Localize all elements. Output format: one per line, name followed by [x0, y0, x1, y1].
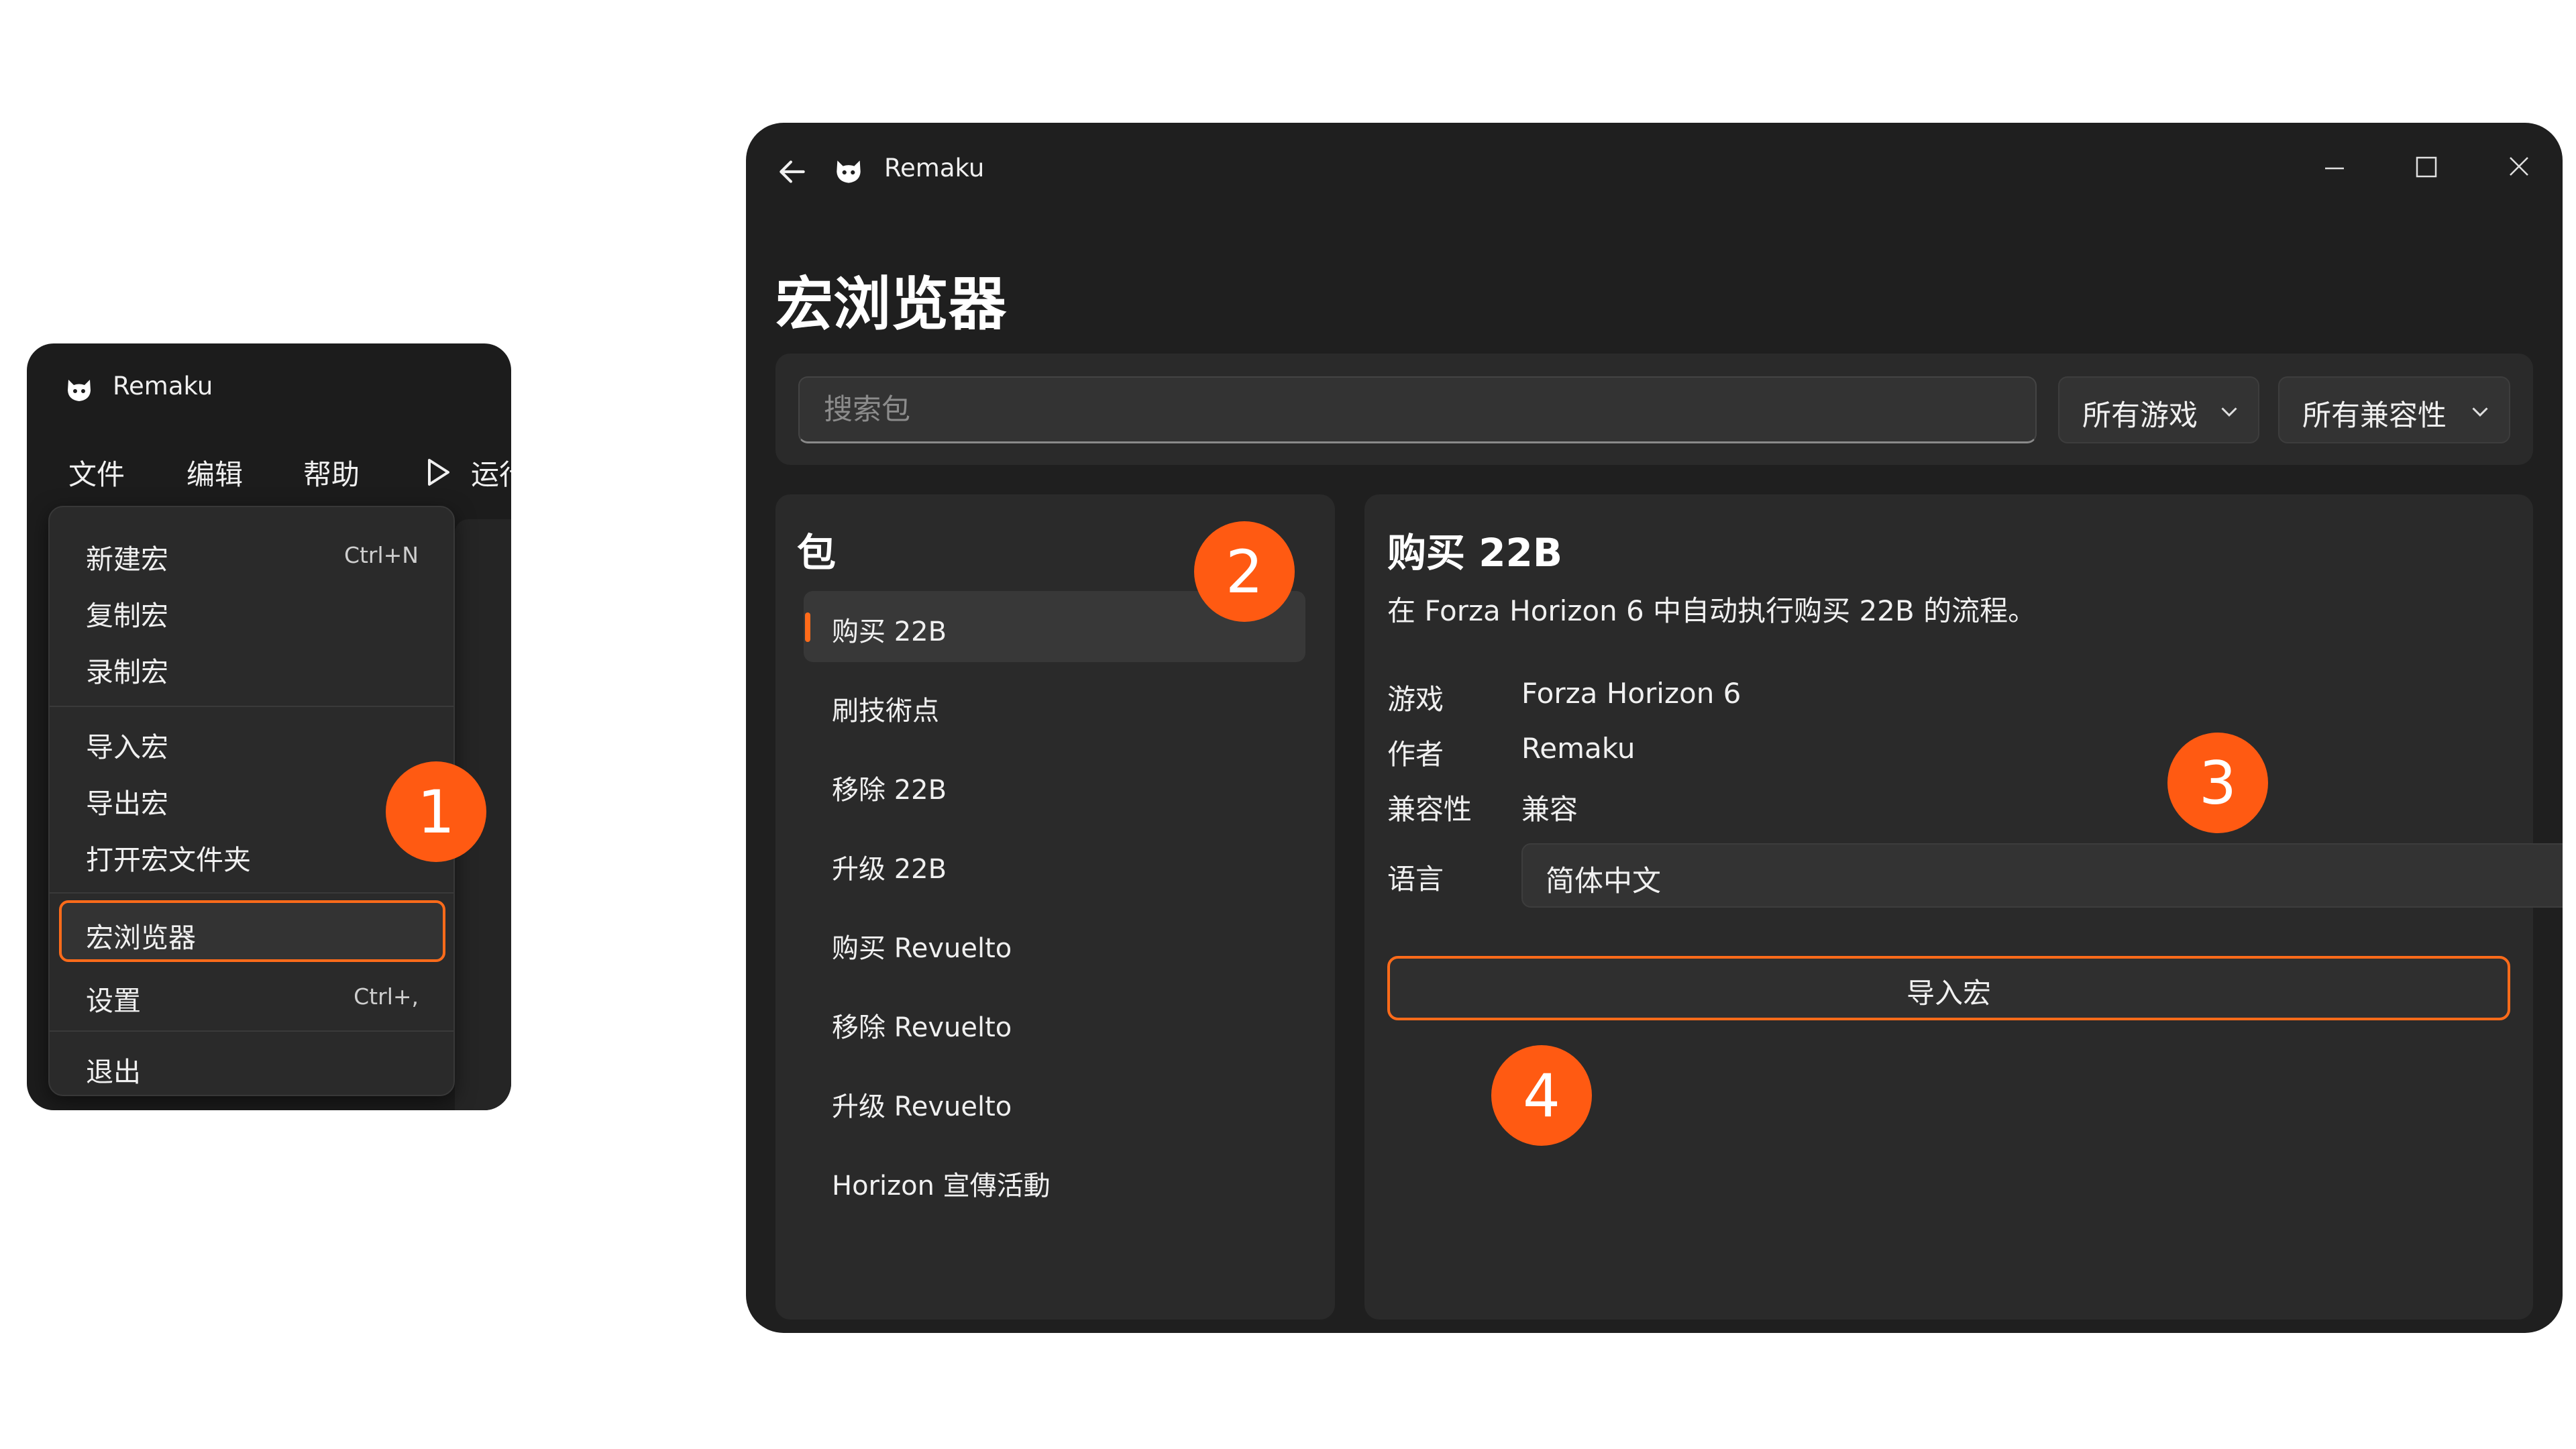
- menu-help[interactable]: 帮助: [303, 452, 360, 493]
- menu-item-shortcut: Ctrl+,: [354, 983, 419, 1010]
- meta-value-author: Remaku: [1521, 732, 1635, 765]
- package-label: Horizon 宣傳活動: [832, 1171, 1051, 1201]
- menu-edit[interactable]: 编辑: [186, 452, 243, 493]
- cat-logo-icon: [837, 160, 861, 183]
- package-list-heading: 包: [797, 530, 837, 576]
- menu-item-label: 退出: [86, 1056, 141, 1088]
- menu-item-label: 打开宏文件夹: [86, 844, 251, 876]
- menu-item-label: 新建宏: [86, 543, 168, 576]
- menu-separator: [50, 1030, 453, 1032]
- callout-4: 4: [1491, 1045, 1592, 1146]
- macro-browser-window: Remaku 宏浏览器 所有游戏 所有兼容性 包 购买 22B: [746, 123, 2563, 1333]
- chevron-down-icon: [2221, 407, 2237, 417]
- menu-run[interactable]: 运行: [471, 452, 511, 493]
- maximize-icon[interactable]: [2390, 136, 2463, 197]
- package-label: 移除 22B: [832, 775, 947, 806]
- meta-value-compat: 兼容: [1521, 793, 1578, 826]
- package-item[interactable]: 升级 Revuelto: [804, 1066, 1305, 1137]
- package-item[interactable]: 刷技術点: [804, 670, 1305, 741]
- package-item[interactable]: 升级 22B: [804, 828, 1305, 900]
- play-icon[interactable]: [425, 458, 452, 487]
- filter-label: 所有游戏: [2082, 399, 2198, 433]
- menu-item-new-macro[interactable]: 新建宏 Ctrl+N: [59, 526, 445, 582]
- package-item[interactable]: 移除 22B: [804, 749, 1305, 820]
- language-select[interactable]: 简体中文: [1521, 843, 2563, 908]
- compatibility-filter-dropdown[interactable]: 所有兼容性: [2278, 376, 2510, 443]
- package-label: 刷技術点: [832, 696, 939, 727]
- menu-item-shortcut: Ctrl+N: [343, 542, 419, 568]
- meta-key-compat: 兼容性: [1387, 793, 1472, 826]
- package-item[interactable]: 购买 Revuelto: [804, 908, 1305, 979]
- close-icon[interactable]: [2482, 136, 2556, 197]
- menu-item-exit[interactable]: 退出: [59, 1038, 445, 1095]
- import-macro-button[interactable]: 导入宏: [1387, 956, 2510, 1020]
- small-window-title: Remaku: [113, 372, 213, 400]
- cat-logo-icon: [68, 380, 91, 401]
- menu-item-macro-browser[interactable]: 宏浏览器: [59, 900, 445, 962]
- search-toolbar: 所有游戏 所有兼容性: [775, 354, 2533, 465]
- callout-2: 2: [1194, 521, 1295, 622]
- menu-separator: [50, 706, 453, 707]
- game-filter-dropdown[interactable]: 所有游戏: [2058, 376, 2259, 443]
- back-arrow-icon[interactable]: [775, 155, 809, 189]
- package-label: 升级 22B: [832, 854, 947, 885]
- import-button-label: 导入宏: [1906, 977, 1991, 1010]
- package-label: 移除 Revuelto: [832, 1012, 1012, 1043]
- package-detail-panel: 购买 22B 在 Forza Horizon 6 中自动执行购买 22B 的流程…: [1364, 494, 2563, 1320]
- package-label: 购买 Revuelto: [832, 933, 1012, 964]
- small-titlebar: Remaku: [27, 343, 511, 417]
- package-item[interactable]: 移除 Revuelto: [804, 987, 1305, 1058]
- menu-item-record-macro[interactable]: 录制宏: [59, 639, 445, 695]
- menu-item-settings[interactable]: 设置 Ctrl+,: [59, 967, 445, 1024]
- package-description: 在 Forza Horizon 6 中自动执行购买 22B 的流程。: [1387, 594, 2037, 627]
- package-item[interactable]: Horizon 宣傳活動: [804, 1145, 1305, 1216]
- menu-separator: [50, 892, 453, 894]
- menu-item-label: 宏浏览器: [86, 922, 196, 954]
- menu-item-duplicate-macro[interactable]: 复制宏: [59, 582, 445, 639]
- meta-key-language: 语言: [1387, 863, 1444, 896]
- menu-item-label: 设置: [86, 985, 141, 1017]
- meta-key-author: 作者: [1387, 738, 1444, 771]
- filter-label: 所有兼容性: [2302, 399, 2447, 433]
- menu-item-label: 导出宏: [86, 788, 168, 820]
- menubar: 文件 编辑 帮助 运行: [27, 437, 511, 504]
- window-title: Remaku: [884, 154, 985, 182]
- language-select-value: 简体中文: [1546, 865, 1661, 898]
- menu-item-label: 录制宏: [86, 656, 168, 688]
- chevron-down-icon: [2472, 407, 2488, 417]
- meta-key-game: 游戏: [1387, 683, 1444, 716]
- menu-item-label: 复制宏: [86, 600, 168, 632]
- minimize-icon[interactable]: [2297, 136, 2371, 197]
- callout-1: 1: [386, 761, 486, 862]
- menu-item-open-folder[interactable]: 打开宏文件夹: [59, 826, 445, 883]
- menu-item-import-macro[interactable]: 导入宏: [59, 714, 445, 770]
- package-label: 升级 Revuelto: [832, 1091, 1012, 1122]
- small-app-window: Remaku 文件 编辑 帮助 运行 新建宏 Ctrl+N 复制宏 录制宏 导入…: [27, 343, 511, 1110]
- meta-value-game: Forza Horizon 6: [1521, 677, 1741, 710]
- package-title: 购买 22B: [1387, 530, 1563, 576]
- search-input[interactable]: [798, 376, 2037, 443]
- selection-indicator: [805, 612, 810, 642]
- menu-item-label: 导入宏: [86, 731, 168, 763]
- page-title: 宏浏览器: [775, 271, 1006, 338]
- callout-3: 3: [2167, 733, 2268, 833]
- package-label: 购买 22B: [832, 616, 947, 647]
- menu-file[interactable]: 文件: [68, 452, 125, 493]
